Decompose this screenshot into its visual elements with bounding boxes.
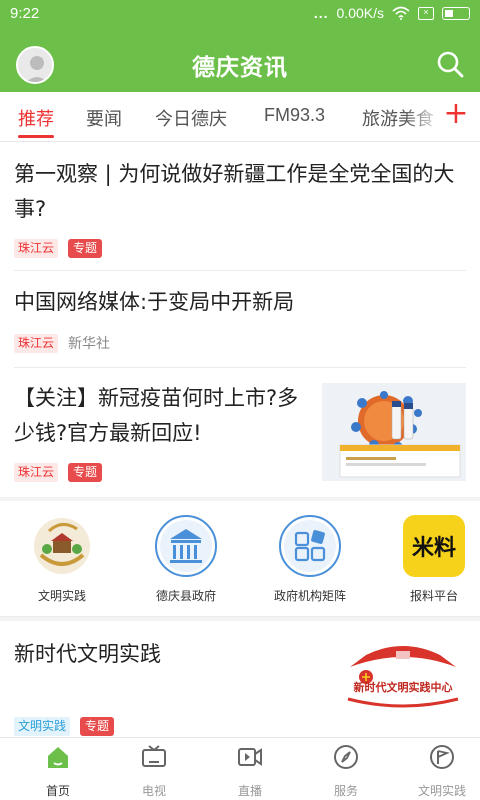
quick-link-government[interactable]: 德庆县政府	[126, 515, 246, 604]
app-bar: 德庆资讯	[0, 30, 480, 92]
sim-icon: ×	[418, 6, 434, 20]
topic-badge: 专题	[68, 463, 103, 482]
tv-icon	[142, 745, 166, 767]
publisher-label: 新华社	[68, 336, 111, 352]
battery-icon	[442, 6, 470, 20]
section-divider	[0, 617, 480, 621]
nav-label: 文明实践	[417, 784, 466, 798]
nav-label: 电视	[141, 784, 166, 798]
nav-tv[interactable]: 电视	[106, 744, 202, 799]
status-indicators: ... 0.00K/s ×	[314, 5, 470, 21]
home-icon	[48, 747, 68, 768]
quick-link-agency-matrix[interactable]: 政府机构矩阵	[250, 515, 370, 604]
civilization-center-image	[347, 646, 459, 708]
tab-fade	[404, 92, 444, 140]
nav-civilization[interactable]: 文明实践	[394, 744, 480, 799]
nav-label: 直播	[237, 784, 262, 798]
report-platform-icon: 米料	[403, 515, 465, 577]
article-meta: 珠江云 新华社	[14, 333, 110, 353]
quick-link-label: 文明实践	[37, 589, 86, 603]
source-tag: 珠江云	[14, 239, 59, 258]
active-tab-indicator	[18, 135, 54, 138]
vaccine-thumbnail[interactable]	[322, 383, 466, 481]
app-title: 德庆资讯	[192, 55, 288, 81]
quick-link-label: 报料平台	[409, 589, 458, 603]
agency-matrix-icon	[279, 515, 341, 577]
status-time: 9:22	[10, 5, 40, 22]
quick-link-label: 德庆县政府	[155, 589, 216, 603]
article-meta: 珠江云 专题	[14, 239, 103, 258]
source-tag: 珠江云	[14, 333, 59, 353]
nav-live[interactable]: 直播	[202, 744, 298, 799]
source-tag: 文明实践	[14, 717, 71, 736]
quick-link-civilization[interactable]: 文明实践	[2, 515, 122, 604]
compass-icon	[334, 745, 358, 769]
bottom-navigation: 首页 电视 直播 服务 文明实践	[0, 737, 480, 800]
article-title[interactable]: 第一观察 | 为何说做好新疆工作是全党全国的大事?	[14, 157, 466, 227]
tab-fm933[interactable]: FM93.3	[264, 105, 325, 126]
nav-services[interactable]: 服务	[298, 744, 394, 799]
source-tag: 珠江云	[14, 463, 59, 482]
add-tab-icon[interactable]: +	[442, 99, 470, 130]
notification-dots: ...	[313, 5, 329, 21]
wifi-icon	[392, 6, 410, 20]
tab-today-deqing[interactable]: 今日德庆	[155, 105, 227, 131]
quick-links: 文明实践 德庆县政府 政府机构矩阵 米料 报料平台	[0, 501, 480, 617]
article-meta: 珠江云 专题	[14, 463, 103, 482]
article-title[interactable]: 【关注】新冠疫苗何时上市?多少钱?官方最新回应!	[14, 381, 304, 451]
nav-label: 首页	[45, 784, 70, 798]
network-speed: 0.00K/s	[336, 5, 384, 21]
tab-recommend[interactable]: 推荐	[18, 105, 54, 131]
civilization-center-text: 新时代文明实践中心	[353, 681, 453, 694]
article-meta: 文明实践 专题	[14, 717, 115, 736]
tab-headlines[interactable]: 要闻	[86, 105, 122, 131]
list-item[interactable]: 中国网络媒体:于变局中开新局 珠江云 新华社	[14, 285, 466, 367]
nav-home[interactable]: 首页	[10, 744, 106, 799]
quick-link-label: 政府机构矩阵	[273, 589, 346, 603]
category-tabs: 推荐 要闻 今日德庆 FM93.3 旅游美食 +	[0, 92, 480, 142]
nav-label: 服务	[333, 784, 358, 798]
divider	[14, 367, 466, 368]
civilization-center-thumbnail[interactable]: 新时代文明实践中心	[340, 637, 466, 717]
live-video-icon	[238, 748, 262, 766]
status-bar: 9:22 ... 0.00K/s ×	[0, 0, 480, 30]
report-icon-text: 米料	[411, 536, 456, 561]
article-title[interactable]: 中国网络媒体:于变局中开新局	[14, 285, 466, 320]
topic-badge: 专题	[80, 717, 115, 736]
news-feed: 第一观察 | 为何说做好新疆工作是全党全国的大事? 珠江云 专题 中国网络媒体:…	[0, 143, 480, 737]
vaccine-image	[322, 383, 466, 481]
flag-icon	[430, 745, 454, 769]
topic-badge: 专题	[68, 239, 103, 258]
civilization-practice-icon	[31, 515, 93, 577]
search-icon[interactable]	[434, 48, 466, 80]
list-item[interactable]: 第一观察 | 为何说做好新疆工作是全党全国的大事? 珠江云 专题	[14, 157, 466, 271]
government-building-icon	[155, 515, 217, 577]
quick-link-report[interactable]: 米料 报料平台	[374, 515, 480, 604]
